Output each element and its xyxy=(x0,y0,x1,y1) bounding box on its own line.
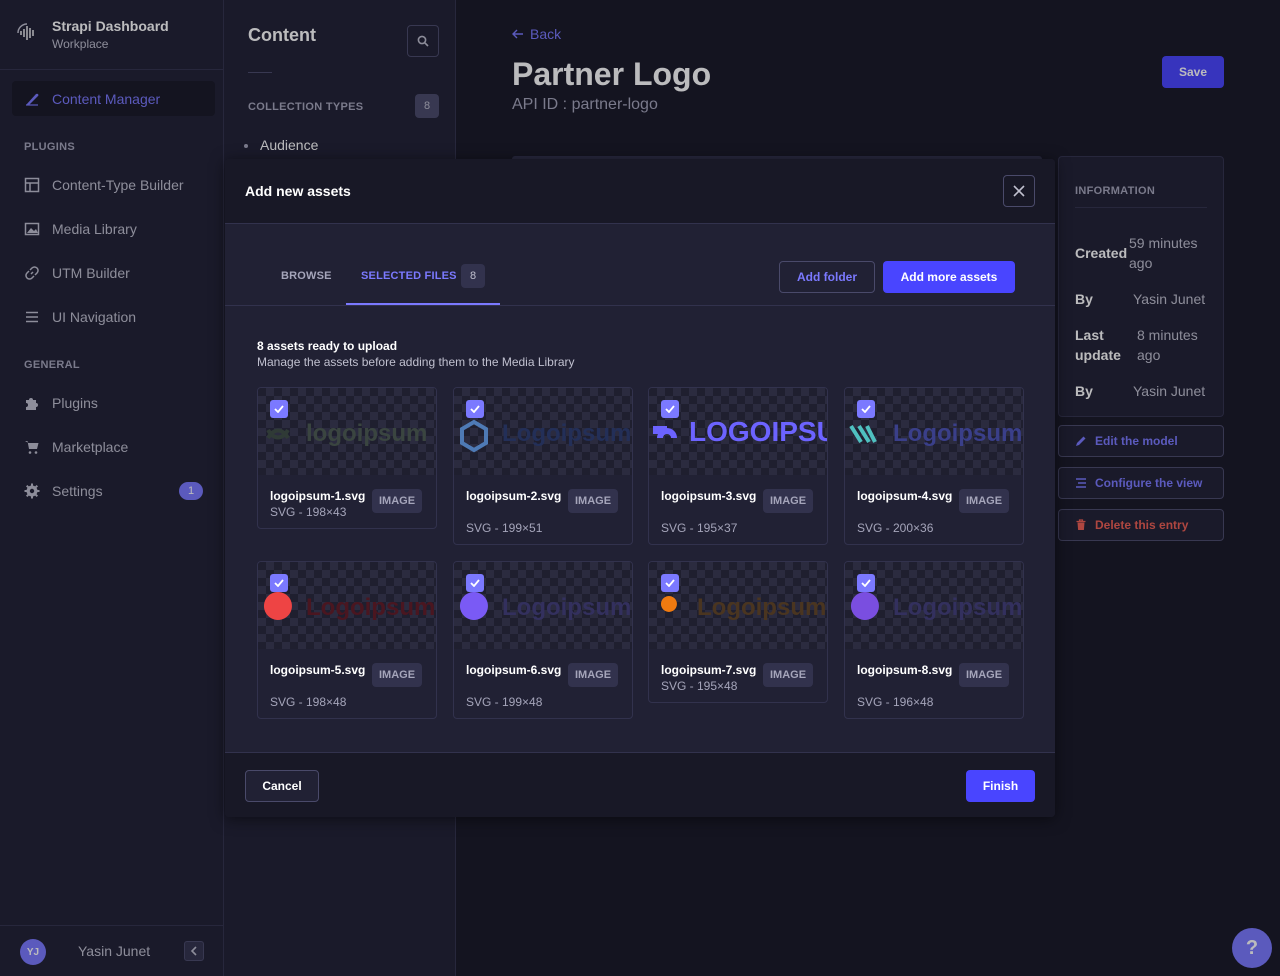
asset-select-checkbox[interactable] xyxy=(661,400,679,418)
logo-wordmark: Logoipsum xyxy=(893,420,1022,447)
asset-type-badge: IMAGE xyxy=(568,489,618,513)
checkmark-icon xyxy=(665,405,675,413)
logo-wordmark: Logoipsum xyxy=(306,594,435,621)
logo-mark xyxy=(460,419,488,453)
checkmark-icon xyxy=(665,579,675,587)
checkmark-icon xyxy=(861,405,871,413)
asset-type-badge: IMAGE xyxy=(372,663,422,687)
finish-button[interactable]: Finish xyxy=(966,770,1035,802)
asset-type-badge: IMAGE xyxy=(372,489,422,513)
asset-type-badge: IMAGE xyxy=(763,663,813,687)
asset-select-checkbox[interactable] xyxy=(270,400,288,418)
checkmark-icon xyxy=(274,405,284,413)
upload-summary-title: 8 assets ready to upload xyxy=(257,339,398,353)
logo-mark xyxy=(660,596,677,612)
asset-file-meta: SVG - 198×48 xyxy=(270,695,347,709)
asset-file-meta: SVG - 199×48 xyxy=(466,695,543,709)
asset-file-name: logoipsum-5.svg xyxy=(270,663,366,677)
asset-type-badge: IMAGE xyxy=(959,663,1009,687)
asset-card[interactable]: Logoipsum logoipsum-7.svg SVG - 195×48 IMAG… xyxy=(648,561,828,703)
asset-type-badge: IMAGE xyxy=(763,489,813,513)
asset-select-checkbox[interactable] xyxy=(661,574,679,592)
asset-select-checkbox[interactable] xyxy=(857,400,875,418)
logo-mark xyxy=(850,592,879,620)
add-assets-modal: Add new assets BROWSE SELECTED FILES 8 A… xyxy=(225,159,1055,817)
cancel-button[interactable]: Cancel xyxy=(245,770,319,802)
asset-file-meta: SVG - 200×36 xyxy=(857,521,934,535)
logo-mark xyxy=(459,592,488,620)
asset-file-meta: SVG - 196×48 xyxy=(857,695,934,709)
asset-file-name: logoipsum-1.svg xyxy=(270,489,366,503)
asset-select-checkbox[interactable] xyxy=(270,574,288,592)
logo-wordmark: logoipsum xyxy=(306,420,427,447)
logo-wordmark: LOGOIPSUM xyxy=(689,416,827,447)
checkmark-icon xyxy=(861,579,871,587)
asset-file-name: logoipsum-2.svg xyxy=(466,489,562,503)
logo-wordmark: Logoipsum xyxy=(697,594,826,621)
asset-type-badge: IMAGE xyxy=(568,663,618,687)
close-icon xyxy=(1013,185,1025,197)
asset-file-meta: SVG - 195×48 xyxy=(661,679,738,693)
asset-file-name: logoipsum-6.svg xyxy=(466,663,562,677)
asset-file-meta: SVG - 199×51 xyxy=(466,521,543,535)
checkmark-icon xyxy=(274,579,284,587)
selected-files-count: 8 xyxy=(461,264,485,288)
logo-mark xyxy=(849,424,877,444)
asset-file-name: logoipsum-4.svg xyxy=(857,489,953,503)
logo-wordmark: Logoipsum xyxy=(893,594,1022,621)
tab-browse[interactable]: BROWSE xyxy=(281,270,332,282)
asset-file-meta: SVG - 195×37 xyxy=(661,521,738,535)
logo-wordmark: Logoipsum xyxy=(502,594,631,621)
asset-select-checkbox[interactable] xyxy=(466,574,484,592)
logo-wordmark: Logoipsum xyxy=(502,420,631,447)
add-folder-button[interactable]: Add folder xyxy=(779,261,875,293)
asset-card[interactable]: Logoipsum logoipsum-6.svg SVG - 199×48 IMAG… xyxy=(453,561,633,719)
asset-file-name: logoipsum-7.svg xyxy=(661,663,757,677)
asset-select-checkbox[interactable] xyxy=(857,574,875,592)
upload-summary-subtitle: Manage the assets before adding them to … xyxy=(257,355,575,369)
asset-file-name: logoipsum-3.svg xyxy=(661,489,757,503)
asset-file-name: logoipsum-8.svg xyxy=(857,663,953,677)
asset-card[interactable]: Logoipsum logoipsum-4.svg SVG - 200×36 IMAG… xyxy=(844,387,1024,545)
modal-footer: Cancel Finish xyxy=(225,752,1055,817)
asset-select-checkbox[interactable] xyxy=(466,400,484,418)
logo-mark xyxy=(653,426,677,438)
asset-type-badge: IMAGE xyxy=(959,489,1009,513)
add-more-assets-button[interactable]: Add more assets xyxy=(883,261,1015,293)
asset-card[interactable]: Logoipsum logoipsum-5.svg SVG - 198×48 IMAG… xyxy=(257,561,437,719)
asset-card[interactable]: logoipsum logoipsum-1.svg SVG - 198×43 IMAG… xyxy=(257,387,437,529)
asset-card[interactable]: Logoipsum logoipsum-8.svg SVG - 196×48 IMAG… xyxy=(844,561,1024,719)
modal-title: Add new assets xyxy=(245,183,351,199)
asset-card[interactable]: Logoipsum logoipsum-2.svg SVG - 199×51 IMAG… xyxy=(453,387,633,545)
checkmark-icon xyxy=(470,405,480,413)
checkmark-icon xyxy=(470,579,480,587)
asset-card[interactable]: LOGOIPSUM logoipsum-3.svg SVG - 195×37 IMAG… xyxy=(648,387,828,545)
modal-tabs: BROWSE SELECTED FILES 8 Add folder Add m… xyxy=(225,224,1055,306)
logo-mark xyxy=(266,428,290,440)
tab-selected-files[interactable]: SELECTED FILES xyxy=(361,270,457,282)
modal-header: Add new assets xyxy=(225,159,1055,224)
active-tab-indicator xyxy=(346,303,500,305)
asset-file-meta: SVG - 198×43 xyxy=(270,505,347,519)
logo-mark xyxy=(263,592,292,620)
close-modal-button[interactable] xyxy=(1003,175,1035,207)
